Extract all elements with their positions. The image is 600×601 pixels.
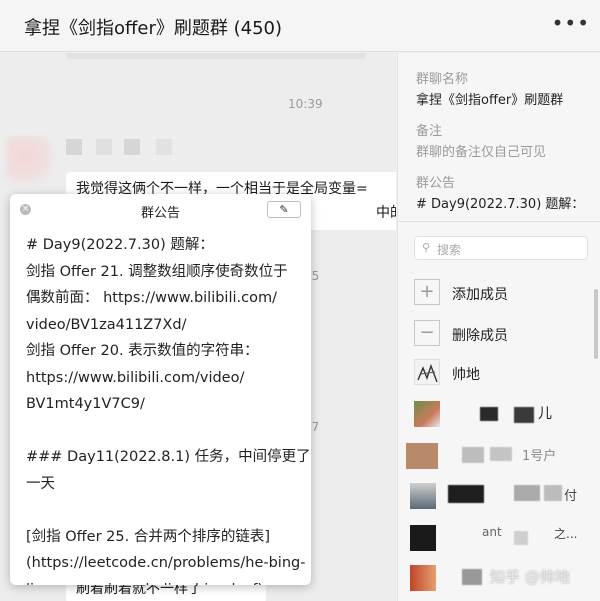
redacted-name xyxy=(462,447,484,463)
sender-name-redacted xyxy=(96,139,112,155)
redacted-name xyxy=(514,531,528,545)
sender-name-redacted xyxy=(124,139,140,155)
partial-name: 之... xyxy=(554,527,578,541)
notice-value[interactable]: # Day9(2022.7.30) 题解： xyxy=(416,193,584,212)
chat-header: 拿捏《剑指offer》刷题群 (450) ••• xyxy=(0,0,600,52)
announcement-line: [剑指 Offer 25. 合并两个排序的链表] xyxy=(26,528,270,545)
announcement-line[interactable]: (https://leetcode.cn/problems/he-bing- xyxy=(26,550,306,577)
announcement-title: 群公告 xyxy=(140,206,180,221)
avatar[interactable] xyxy=(414,401,440,427)
redacted-name xyxy=(448,485,484,503)
message-text-line2: 中的静态变量 xyxy=(376,205,396,221)
member-item[interactable]: 帅地 xyxy=(414,359,594,387)
search-placeholder: 搜索 xyxy=(437,243,462,257)
avatar[interactable] xyxy=(410,525,436,551)
add-member-label: 添加成员 xyxy=(452,287,508,303)
member-search-input[interactable]: ⚲ 搜索 xyxy=(414,236,588,260)
announcement-line: # Day9(2022.7.30) 题解： xyxy=(26,237,214,253)
minus-icon: − xyxy=(414,320,440,346)
group-info-panel: 群聊名称 拿捏《剑指offer》刷题群 备注 群聊的备注仅自己可见 群公告 # … xyxy=(397,53,600,601)
group-name-value[interactable]: 拿捏《剑指offer》刷题群 xyxy=(416,89,563,108)
group-title: 拿捏《剑指offer》刷题群 (450) xyxy=(24,18,283,39)
panel-scrollbar[interactable] xyxy=(594,289,598,359)
announcement-line: 剑指 Offer 21. 调整数组顺序使奇数位于 xyxy=(26,263,288,280)
partial-name: 1号户 xyxy=(522,449,557,464)
edit-icon[interactable]: ✎ xyxy=(267,201,301,218)
group-name-label: 群聊名称 xyxy=(416,72,469,87)
more-options-icon[interactable]: ••• xyxy=(552,11,590,35)
announcement-line[interactable]: 偶数前面： https://www.bilibili.com/ xyxy=(26,285,306,312)
message-timestamp: 10:39 xyxy=(288,97,323,111)
announcement-line[interactable]: video/BV1za411Z7Xd/ xyxy=(26,312,306,339)
announcement-line[interactable]: https://www.bilibili.com/video/ xyxy=(26,365,306,392)
redacted-name xyxy=(480,407,498,421)
announcement-content: # Day9(2022.7.30) 题解： 剑指 Offer 21. 调整数组顺… xyxy=(26,232,311,586)
previous-message-edge xyxy=(66,53,366,59)
redacted-name xyxy=(462,569,482,585)
redacted-name xyxy=(514,407,534,423)
avatar[interactable] xyxy=(406,443,438,469)
announcement-blank-line xyxy=(26,418,306,445)
watermark: 知乎 @帅地 xyxy=(490,568,570,586)
redacted-name xyxy=(544,485,562,501)
announcement-popup: × 群公告 ✎ # Day9(2022.7.30) 题解： 剑指 Offer 2… xyxy=(10,194,311,585)
announcement-line[interactable]: BV1mt4y1V7C9/ xyxy=(26,391,306,418)
redacted-name xyxy=(514,485,540,501)
search-icon: ⚲ xyxy=(422,241,431,254)
avatar xyxy=(414,359,440,385)
announcement-line: 剑指 Offer 20. 表示数值的字符串： xyxy=(26,343,259,359)
remove-member-button[interactable]: − 删除成员 xyxy=(414,320,594,348)
divider xyxy=(398,221,600,222)
avatar[interactable] xyxy=(410,483,436,509)
remove-member-label: 删除成员 xyxy=(452,328,508,344)
sender-name-redacted xyxy=(66,139,82,155)
plus-icon: + xyxy=(414,279,440,305)
avatar[interactable] xyxy=(410,565,436,591)
partial-name: ant xyxy=(482,525,502,539)
announcement-blank-line xyxy=(26,497,306,524)
partial-name: 儿 xyxy=(538,406,552,422)
announcement-line: ### Day11(2022.8.1) 任务，中间停更了 xyxy=(26,449,311,465)
redacted-name xyxy=(490,447,512,461)
notice-label: 群公告 xyxy=(416,176,456,191)
add-member-button[interactable]: + 添加成员 xyxy=(414,279,594,307)
remark-input[interactable]: 群聊的备注仅自己可见 xyxy=(416,141,546,160)
sender-avatar[interactable] xyxy=(6,137,52,183)
remark-label: 备注 xyxy=(416,124,443,139)
announcement-line[interactable]: liang-ge-pai-xu-de-lian-biao-lcof) xyxy=(26,577,306,586)
partial-name: 付 xyxy=(564,489,578,504)
announcement-line: 一天 xyxy=(26,475,55,492)
member-name: 帅地 xyxy=(452,367,480,383)
sender-name-redacted xyxy=(156,139,172,155)
sketch-avatar-icon xyxy=(417,363,438,383)
